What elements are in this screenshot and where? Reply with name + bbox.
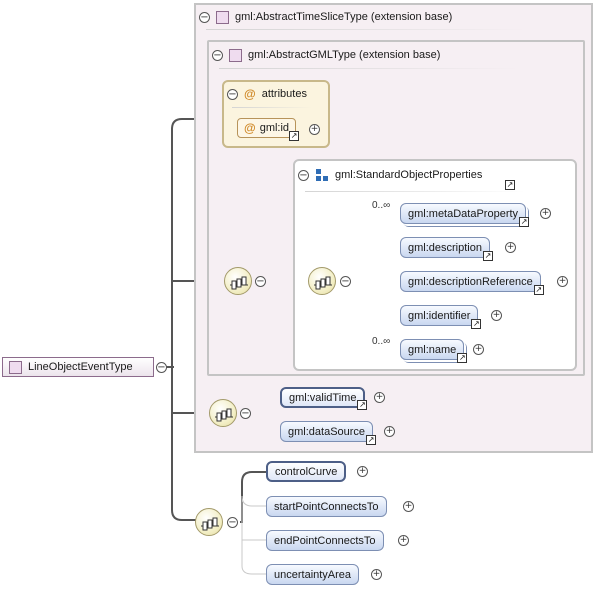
occurrence-label: 0..∞ <box>372 336 391 347</box>
extension-header: − gml:AbstractGMLType (extension base) <box>212 46 440 64</box>
reference-arrow-icon: ↗ <box>533 285 544 295</box>
reference-arrow-icon: ↗ <box>289 131 300 141</box>
element-gml-datasource[interactable]: gml:dataSource ↗ <box>280 421 377 445</box>
expand-icon[interactable]: + <box>309 124 320 135</box>
type-square-icon <box>216 10 229 24</box>
occurrence-label: 0..∞ <box>372 200 391 211</box>
group-label: gml:StandardObjectProperties <box>335 169 483 181</box>
collapse-icon[interactable]: − <box>227 88 238 100</box>
type-square-icon <box>229 48 242 62</box>
element-label: gml:descriptionReference <box>408 275 533 288</box>
root-element-label: LineObjectEventType <box>28 361 133 373</box>
element-label: controlCurve <box>275 465 338 478</box>
element-label: gml:metaDataProperty <box>408 207 519 220</box>
element-gml-validtime[interactable]: gml:validTime ↗ <box>280 387 368 410</box>
element-label: startPointConnectsTo <box>274 500 379 513</box>
expand-icon[interactable]: + <box>505 242 516 253</box>
attribute-gml-id[interactable]: @ gml:id ↗ <box>237 118 300 141</box>
reference-arrow-icon: ↗ <box>357 400 368 410</box>
element-endpointconnectsto[interactable]: endPointConnectsTo <box>266 530 384 551</box>
reference-arrow-icon: ↗ <box>366 435 377 445</box>
header-divider <box>232 107 312 108</box>
sequence-compositor-icon[interactable] <box>195 508 223 536</box>
sequence-compositor-icon[interactable] <box>224 267 252 295</box>
expand-icon[interactable]: + <box>491 310 502 321</box>
reference-arrow-icon: ↗ <box>482 251 493 261</box>
reference-arrow-icon: ↗ <box>505 180 515 190</box>
attributes-header: − @ attributes <box>227 85 307 103</box>
element-label: gml:description <box>408 241 482 254</box>
collapse-icon[interactable]: − <box>199 11 210 23</box>
sequence-compositor-icon[interactable] <box>308 267 336 295</box>
collapse-icon[interactable]: − <box>255 276 266 287</box>
expand-icon[interactable]: + <box>403 501 414 512</box>
expand-icon[interactable]: + <box>540 208 551 219</box>
reference-arrow-icon: ↗ <box>471 319 482 329</box>
header-divider <box>305 191 525 192</box>
collapse-icon[interactable]: − <box>227 517 238 528</box>
attribute-icon: @ <box>244 87 256 101</box>
collapse-icon[interactable]: − <box>240 408 251 419</box>
reference-arrow-icon: ↗ <box>519 217 530 227</box>
attributes-box: − @ attributes @ gml:id ↗ + <box>222 80 330 148</box>
element-gml-metadataproperty[interactable]: gml:metaDataProperty ↗ <box>400 203 530 227</box>
element-gml-name[interactable]: gml:name ↗ <box>400 339 468 363</box>
element-label: gml:identifier <box>408 309 471 322</box>
expand-icon[interactable]: + <box>398 535 409 546</box>
extension-label: gml:AbstractTimeSliceType (extension bas… <box>235 11 453 23</box>
collapse-icon[interactable]: − <box>156 362 167 373</box>
element-gml-identifier[interactable]: gml:identifier ↗ <box>400 305 482 329</box>
collapse-icon[interactable]: − <box>298 169 309 181</box>
element-gml-description[interactable]: gml:description ↗ <box>400 237 493 261</box>
header-divider <box>206 29 526 30</box>
element-startpointconnectsto[interactable]: startPointConnectsTo <box>266 496 387 517</box>
expand-icon[interactable]: + <box>557 276 568 287</box>
element-label: gml:validTime <box>289 391 357 404</box>
root-element[interactable]: LineObjectEventType <box>2 357 154 377</box>
sequence-compositor-icon[interactable] <box>209 399 237 427</box>
attribute-label: gml:id <box>259 122 290 134</box>
expand-icon[interactable]: + <box>384 426 395 437</box>
group-icon <box>316 169 328 181</box>
reference-arrow-icon: ↗ <box>457 353 468 363</box>
element-controlcurve[interactable]: controlCurve <box>266 461 347 482</box>
element-gml-descriptionreference[interactable]: gml:descriptionReference ↗ <box>400 271 544 295</box>
element-label: gml:name <box>408 343 457 356</box>
extension-label: gml:AbstractGMLType (extension base) <box>248 49 441 61</box>
attributes-title: attributes <box>261 88 307 100</box>
expand-icon[interactable]: + <box>357 466 368 477</box>
expand-icon[interactable]: + <box>473 344 484 355</box>
header-divider <box>219 68 519 69</box>
type-square-icon <box>9 360 22 374</box>
element-uncertaintyarea[interactable]: uncertaintyArea <box>266 564 360 585</box>
group-header: − gml:StandardObjectProperties <box>298 166 482 184</box>
element-label: gml:dataSource <box>288 425 366 438</box>
attribute-icon: @ <box>244 121 256 135</box>
expand-icon[interactable]: + <box>371 569 382 580</box>
extension-header: − gml:AbstractTimeSliceType (extension b… <box>199 8 452 26</box>
element-label: uncertaintyArea <box>274 568 352 581</box>
element-label: endPointConnectsTo <box>274 534 376 547</box>
expand-icon[interactable]: + <box>374 392 385 403</box>
collapse-icon[interactable]: − <box>212 49 223 61</box>
collapse-icon[interactable]: − <box>340 276 351 287</box>
